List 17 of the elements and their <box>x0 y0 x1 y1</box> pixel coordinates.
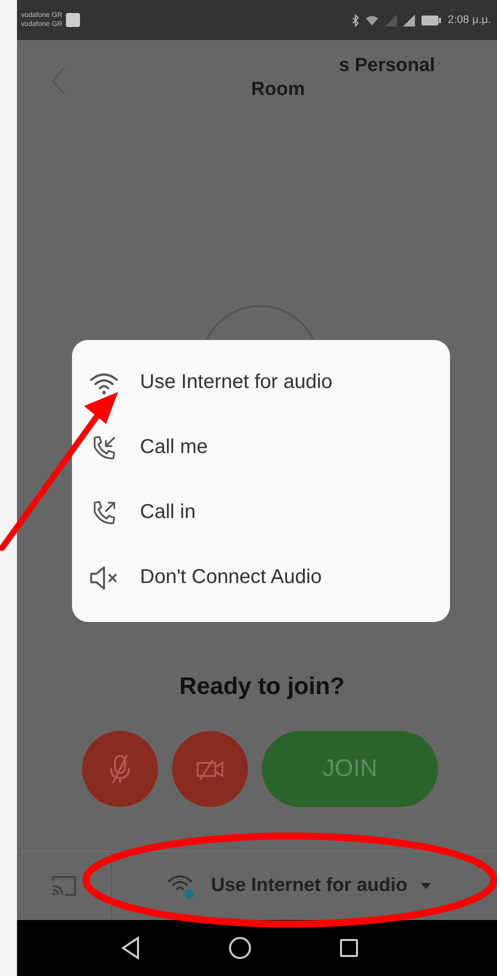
wifi-icon <box>364 14 379 26</box>
room-title: s Personal <box>338 55 435 77</box>
signal-icon <box>402 14 415 26</box>
audio-option[interactable]: Use Internet for audio <box>140 371 332 394</box>
join-prompt: Ready to join? <box>179 673 345 701</box>
clock-time: 2:08 μ.μ. <box>448 14 491 26</box>
battery-icon <box>420 14 441 26</box>
bluetooth-icon <box>352 14 359 26</box>
notification-icon <box>66 13 80 27</box>
audio-option[interactable]: Call in <box>140 501 196 524</box>
home-icon[interactable] <box>227 935 253 961</box>
signal-icon <box>384 14 397 26</box>
caret-icon <box>421 882 432 890</box>
cast-icon[interactable] <box>51 875 77 897</box>
room-title: Room <box>251 79 305 101</box>
audio-option[interactable]: Don't Connect Audio <box>140 566 322 589</box>
audio-option[interactable]: Call me <box>140 436 208 459</box>
